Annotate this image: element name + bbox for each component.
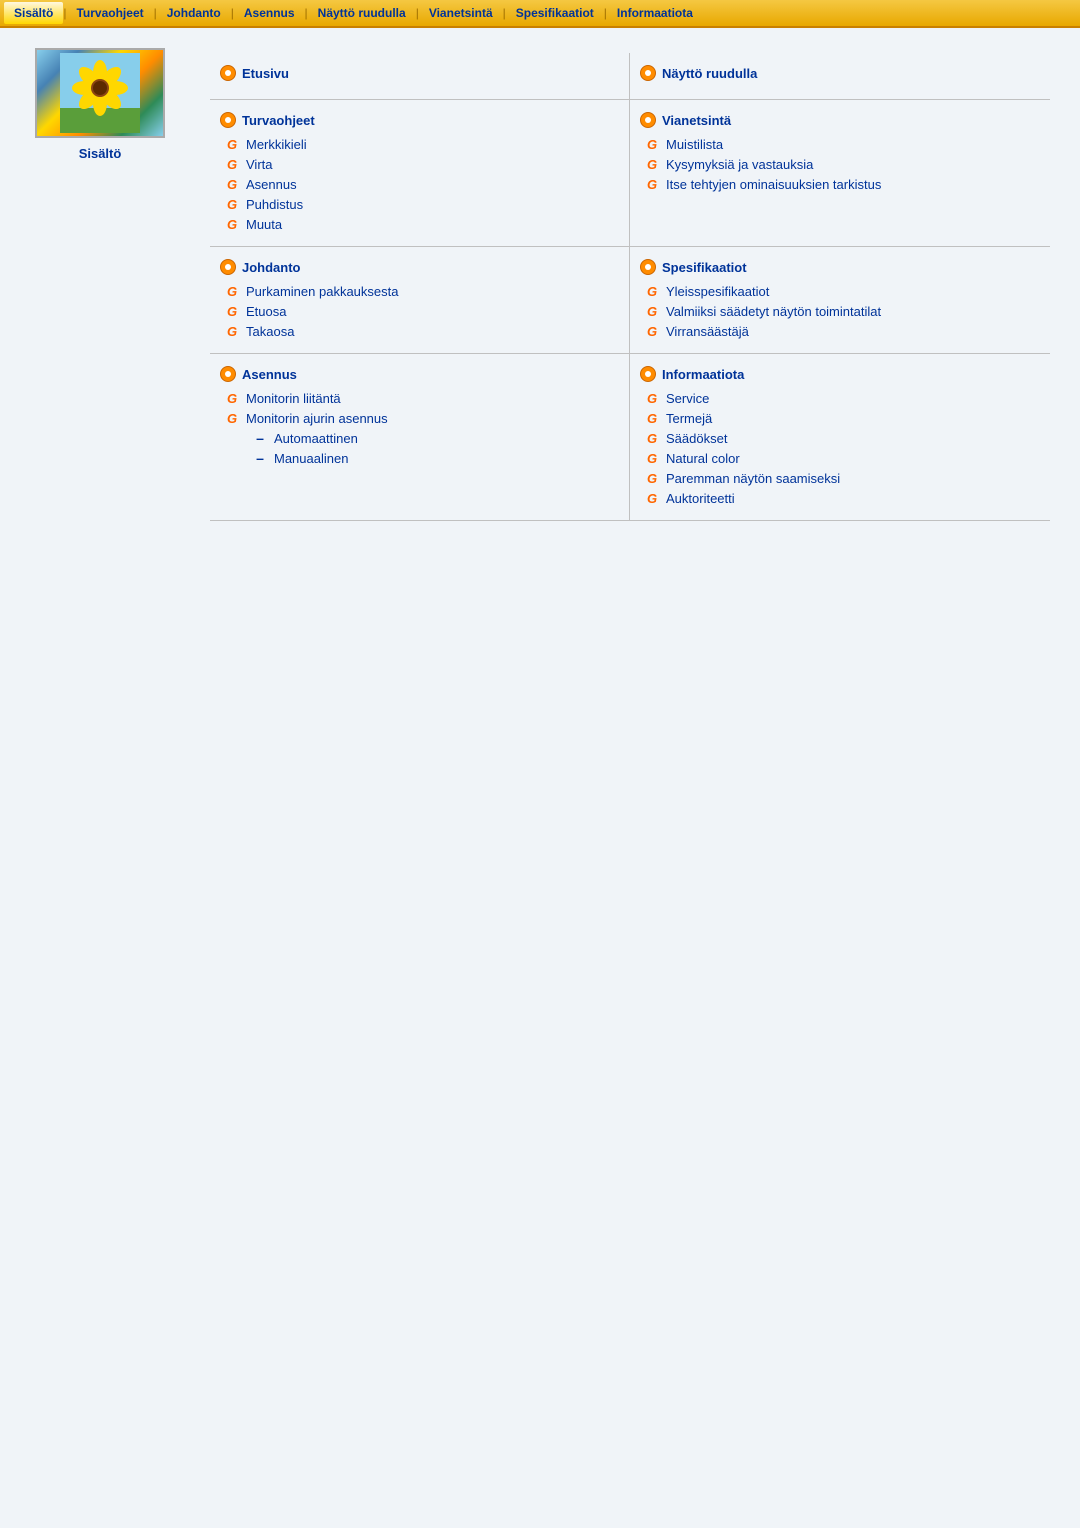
- menu-etuosa[interactable]: G Etuosa: [220, 301, 619, 321]
- menu-itse-tehtyjen[interactable]: G Itse tehtyjen ominaisuuksien tarkistus: [640, 174, 1040, 194]
- nav-item-johdanto[interactable]: Johdanto: [157, 2, 231, 24]
- content-area: Etusivu Näyttö ruudulla Turvaohjeet G Me: [190, 38, 1070, 536]
- johdanto-icon: [220, 259, 236, 275]
- sidebar-label: Sisältö: [79, 146, 122, 161]
- section-asennus: Asennus G Monitorin liitäntä G Monitorin…: [210, 354, 630, 521]
- spesifikaatiot-icon: [640, 259, 656, 275]
- johdanto-title[interactable]: Johdanto: [242, 260, 301, 275]
- nav-item-naytto[interactable]: Näyttö ruudulla: [308, 2, 416, 24]
- sidebar-image: [35, 48, 165, 138]
- yleis-icon: G: [644, 283, 660, 299]
- section-vianetsinta-header: Vianetsintä: [640, 112, 1040, 128]
- nav-item-vianetsinta[interactable]: Vianetsintä: [419, 2, 503, 24]
- termeja-icon: G: [644, 410, 660, 426]
- menu-yleis[interactable]: G Yleisspesifikaatiot: [640, 281, 1040, 301]
- menu-takaosa[interactable]: G Takaosa: [220, 321, 619, 341]
- nav-item-asennus[interactable]: Asennus: [234, 2, 305, 24]
- purkaminen-icon: G: [224, 283, 240, 299]
- section-etusivu: Etusivu: [210, 53, 630, 100]
- spesifikaatiot-title[interactable]: Spesifikaatiot: [662, 260, 747, 275]
- informaatiota-title[interactable]: Informaatiota: [662, 367, 744, 382]
- turvaohjeet-title[interactable]: Turvaohjeet: [242, 113, 315, 128]
- puhdistus-icon: G: [224, 196, 240, 212]
- itse-tehtyjen-icon: G: [644, 176, 660, 192]
- liitanta-icon: G: [224, 390, 240, 406]
- nav-item-informaatiota[interactable]: Informaatiota: [607, 2, 703, 24]
- vianetsinta-title[interactable]: Vianetsintä: [662, 113, 731, 128]
- menu-kysymyksia[interactable]: G Kysymyksiä ja vastauksia: [640, 154, 1040, 174]
- section-spesifikaatiot: Spesifikaatiot G Yleisspesifikaatiot G V…: [630, 247, 1050, 354]
- menu-valmiiksi[interactable]: G Valmiiksi säädetyt näytön toimintatila…: [640, 301, 1040, 321]
- menu-purkaminen[interactable]: G Purkaminen pakkauksesta: [220, 281, 619, 301]
- section-turvaohjeet: Turvaohjeet G Merkkikieli G Virta G Asen…: [210, 100, 630, 247]
- auktoriteetti-icon: G: [644, 490, 660, 506]
- muuta-icon: G: [224, 216, 240, 232]
- nav-item-spesifikaatiot[interactable]: Spesifikaatiot: [506, 2, 604, 24]
- menu-puhdistus[interactable]: G Puhdistus: [220, 194, 619, 214]
- takaosa-icon: G: [224, 323, 240, 339]
- section-johdanto-header: Johdanto: [220, 259, 619, 275]
- manuaalinen-icon: –: [252, 450, 268, 466]
- muistilista-icon: G: [644, 136, 660, 152]
- paremman-icon: G: [644, 470, 660, 486]
- virransaastaja-icon: G: [644, 323, 660, 339]
- menu-virta[interactable]: G Virta: [220, 154, 619, 174]
- section-vianetsinta: Vianetsintä G Muistilista G Kysymyksiä j…: [630, 100, 1050, 247]
- section-turvaohjeet-header: Turvaohjeet: [220, 112, 619, 128]
- merkkikieli-icon: G: [224, 136, 240, 152]
- menu-monitorin-ajurin[interactable]: G Monitorin ajurin asennus: [220, 408, 619, 428]
- menu-termeja[interactable]: G Termejä: [640, 408, 1040, 428]
- kysymyksia-icon: G: [644, 156, 660, 172]
- content-grid: Etusivu Näyttö ruudulla Turvaohjeet G Me: [210, 53, 1050, 521]
- sidebar: Sisältö: [10, 38, 190, 536]
- menu-service[interactable]: G Service: [640, 388, 1040, 408]
- main-container: Sisältö Etusivu Näyttö ruudulla: [0, 28, 1080, 546]
- asennus-icon: G: [224, 176, 240, 192]
- virta-icon: G: [224, 156, 240, 172]
- menu-merkkikieli[interactable]: G Merkkikieli: [220, 134, 619, 154]
- asennus-section-title[interactable]: Asennus: [242, 367, 297, 382]
- section-informaatiota-header: Informaatiota: [640, 366, 1040, 382]
- section-naytto-header: Näyttö ruudulla: [640, 65, 1040, 81]
- section-asennus-header: Asennus: [220, 366, 619, 382]
- menu-virransaastaja[interactable]: G Virransäästäjä: [640, 321, 1040, 341]
- naytto-title[interactable]: Näyttö ruudulla: [662, 66, 757, 81]
- vianetsinta-icon: [640, 112, 656, 128]
- menu-manuaalinen[interactable]: – Manuaalinen: [220, 448, 619, 468]
- menu-automaattinen[interactable]: – Automaattinen: [220, 428, 619, 448]
- natural-color-icon: G: [644, 450, 660, 466]
- menu-asennus[interactable]: G Asennus: [220, 174, 619, 194]
- etuosa-icon: G: [224, 303, 240, 319]
- turvaohjeet-icon: [220, 112, 236, 128]
- menu-paremman[interactable]: G Paremman näytön saamiseksi: [640, 468, 1040, 488]
- automaattinen-icon: –: [252, 430, 268, 446]
- valmiiksi-icon: G: [644, 303, 660, 319]
- menu-muuta[interactable]: G Muuta: [220, 214, 619, 234]
- saadokset-icon: G: [644, 430, 660, 446]
- section-johdanto: Johdanto G Purkaminen pakkauksesta G Etu…: [210, 247, 630, 354]
- section-etusivu-header: Etusivu: [220, 65, 619, 81]
- menu-saadokset[interactable]: G Säädökset: [640, 428, 1040, 448]
- menu-auktoriteetti[interactable]: G Auktoriteetti: [640, 488, 1040, 508]
- etusivu-icon: [220, 65, 236, 81]
- asennus-section-icon: [220, 366, 236, 382]
- informaatiota-icon: [640, 366, 656, 382]
- menu-monitorin-liitanta[interactable]: G Monitorin liitäntä: [220, 388, 619, 408]
- section-spesifikaatiot-header: Spesifikaatiot: [640, 259, 1040, 275]
- section-naytto: Näyttö ruudulla: [630, 53, 1050, 100]
- menu-natural-color[interactable]: G Natural color: [640, 448, 1040, 468]
- service-icon: G: [644, 390, 660, 406]
- ajurin-icon: G: [224, 410, 240, 426]
- nav-bar: Sisältö | Turvaohjeet | Johdanto | Asenn…: [0, 0, 1080, 28]
- nav-item-turvaohjeet[interactable]: Turvaohjeet: [66, 2, 153, 24]
- nav-item-sisalto[interactable]: Sisältö: [4, 2, 63, 24]
- naytto-icon: [640, 65, 656, 81]
- menu-muistilista[interactable]: G Muistilista: [640, 134, 1040, 154]
- section-informaatiota: Informaatiota G Service G Termejä G Sääd…: [630, 354, 1050, 521]
- etusivu-title[interactable]: Etusivu: [242, 66, 289, 81]
